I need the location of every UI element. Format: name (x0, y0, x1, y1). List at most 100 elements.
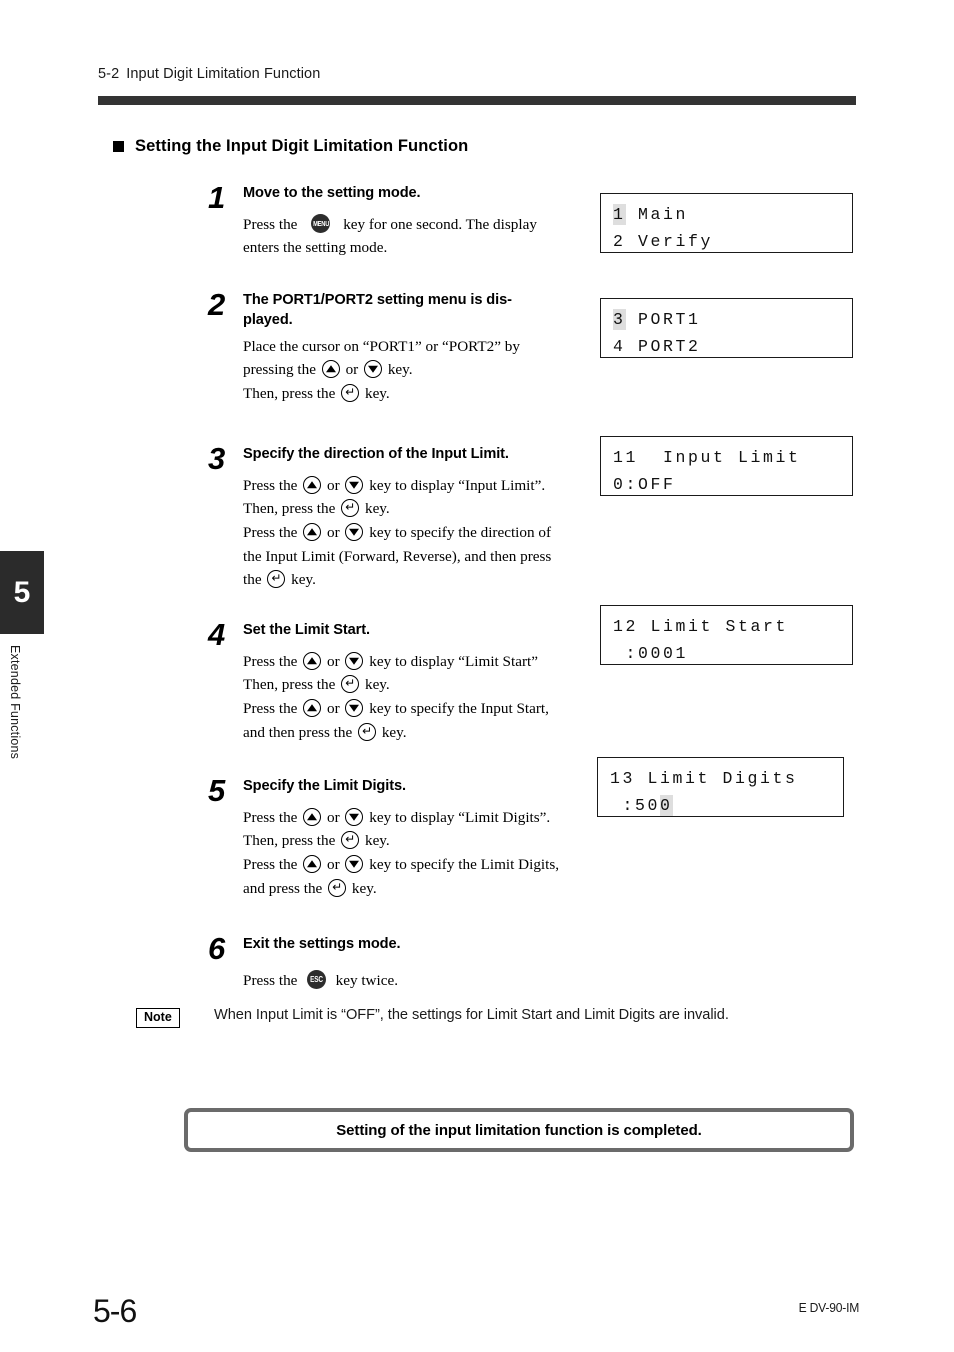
down-arrow-key-icon (364, 360, 383, 379)
step-5-text-b: or (327, 808, 340, 826)
up-arrow-key-icon (303, 651, 322, 670)
completion-banner: Setting of the input limitation function… (184, 1108, 854, 1152)
step-4-text-f: Press the (243, 699, 298, 717)
step-3-text-g: or (327, 523, 340, 541)
down-arrow-key-icon (345, 807, 364, 826)
step-6-number: 6 (208, 931, 225, 966)
lcd-line-2: 0:OFF (613, 474, 676, 494)
lcd-line-1: Main (638, 205, 689, 224)
step-4-text-h: key to specify the Input Start, (369, 699, 549, 717)
step-1-paragraph: Press the MENU key for one second. The d… (243, 213, 586, 260)
lcd-limit-start: 12 Limit Start :0001 (600, 605, 853, 665)
step-3-text-k: key. (291, 571, 316, 589)
step-3-text-h: key to specify the direction of (369, 523, 552, 541)
step-4-text-e: key. (364, 676, 390, 694)
step-2-title: The PORT1/PORT2 setting menu is dis-play… (243, 292, 512, 328)
step-5: 5 Specify the Limit Digits. Press the or… (208, 773, 586, 923)
step-2-text-d: key. (387, 361, 413, 379)
step-4-text-g: or (327, 699, 340, 717)
step-4-text-i: and then press the (243, 723, 353, 741)
footer-page-number: 5-6 (93, 1293, 137, 1329)
lcd-line-1: PORT1 (638, 310, 701, 329)
step-3: 3 Specify the direction of the Input Lim… (208, 441, 586, 611)
step-5-title: Specify the Limit Digits. (243, 778, 406, 794)
lcd-port-select: 3 PORT1 4 PORT2 (600, 298, 853, 358)
step-2-text-e: Then, press the (243, 384, 336, 402)
up-arrow-key-icon (321, 360, 340, 379)
step-2-text-f: key. (364, 384, 390, 402)
lcd-line-2: :0001 (613, 643, 689, 663)
enter-key-icon: ↵ (341, 499, 360, 518)
lcd-line-2: :50 (610, 795, 661, 815)
step-4: 4 Set the Limit Start. Press the or key … (208, 617, 586, 765)
step-3-text-b: or (327, 476, 340, 494)
note-text: When Input Limit is “OFF”, the settings … (214, 1007, 729, 1023)
step-5-text-i: and press the (243, 879, 323, 897)
step-6-title: Exit the settings mode. (243, 936, 401, 952)
step-3-text-d: Then, press the (243, 500, 336, 518)
lcd-line-1: 13 Limit Digits (610, 769, 798, 788)
lcd-line-2: PORT2 (638, 336, 701, 356)
lcd-main-verify: 1 Main 2 Verify (600, 193, 853, 253)
down-arrow-key-icon (345, 651, 364, 670)
step-3-text-e: key. (364, 500, 390, 518)
step-6-text-a: Press the (243, 971, 298, 989)
step-1-text-b: key for one second. The display (343, 215, 537, 233)
step-4-text-j: key. (381, 723, 407, 741)
step-5-text-a: Press the (243, 808, 298, 826)
lcd-cursor: 1 (613, 204, 626, 225)
down-arrow-key-icon (345, 475, 364, 494)
step-1-title: Move to the setting mode. (243, 185, 421, 201)
up-arrow-key-icon (303, 854, 322, 873)
step-1-text-a: Press the (243, 215, 298, 233)
lcd-line-1: 11 Input Limit (613, 448, 801, 467)
enter-key-icon: ↵ (328, 878, 347, 897)
up-arrow-key-icon (303, 807, 322, 826)
down-arrow-key-icon (345, 522, 364, 541)
step-2-text-b: pressing the (243, 361, 316, 379)
step-5-paragraph: Press the or key to display “Limit Digit… (243, 806, 586, 900)
step-2-text-a: Place the cursor on “PORT1” or “PORT2” b… (243, 337, 520, 355)
lcd-line-2-index: 2 (613, 231, 626, 251)
lcd-cursor: 0 (660, 794, 673, 816)
step-1: 1 Move to the setting mode. Press the ME… (208, 182, 586, 280)
enter-key-icon: ↵ (341, 831, 360, 850)
step-5-text-g: or (327, 855, 340, 873)
running-head: 5-2 Input Digit Limitation Function (98, 66, 320, 82)
step-3-text-a: Press the (243, 476, 298, 494)
down-arrow-key-icon (345, 854, 364, 873)
enter-key-icon: ↵ (341, 383, 360, 402)
lcd-line-1: 12 Limit Start (613, 617, 789, 636)
step-4-number: 4 (208, 617, 225, 652)
step-3-title: Specify the direction of the Input Limit… (243, 446, 509, 462)
step-5-text-f: Press the (243, 855, 298, 873)
chapter-tab: 5 (0, 551, 44, 634)
step-2-paragraph: Place the cursor on “PORT1” or “PORT2” b… (243, 335, 586, 406)
step-3-text-j: the (243, 571, 262, 589)
up-arrow-key-icon (303, 698, 322, 717)
step-3-text-i: the Input Limit (Forward, Reverse), and … (243, 547, 552, 565)
menu-key-icon: MENU (310, 213, 330, 233)
step-4-text-d: Then, press the (243, 676, 336, 694)
footer-document-code: E DV-90-IM (798, 1300, 859, 1315)
step-5-number: 5 (208, 773, 225, 808)
lcd-line-2: Verify (638, 231, 714, 251)
step-5-text-j: key. (351, 879, 377, 897)
completion-banner-text: Setting of the input limitation function… (336, 1121, 702, 1139)
steps-column: 1 Move to the setting mode. Press the ME… (208, 176, 586, 992)
enter-key-icon: ↵ (358, 722, 377, 741)
step-5-text-e: key. (364, 832, 390, 850)
chapter-tab-label: Extended Functions (8, 645, 22, 760)
up-arrow-key-icon (303, 475, 322, 494)
step-4-text-a: Press the (243, 652, 298, 670)
up-arrow-key-icon (303, 522, 322, 541)
step-2-text-c: or (345, 361, 359, 379)
step-3-number: 3 (208, 441, 225, 476)
section-heading: Setting the Input Digit Limitation Funct… (113, 137, 468, 156)
lcd-line-2-index: 4 (613, 336, 626, 356)
lcd-limit-digits: 13 Limit Digits :500 (597, 757, 844, 817)
step-4-text-b: or (327, 652, 340, 670)
step-6-text-b: key twice. (335, 971, 399, 989)
step-1-text-c: enters the setting mode. (243, 239, 388, 257)
step-4-paragraph: Press the or key to display “Limit Start… (243, 650, 586, 744)
